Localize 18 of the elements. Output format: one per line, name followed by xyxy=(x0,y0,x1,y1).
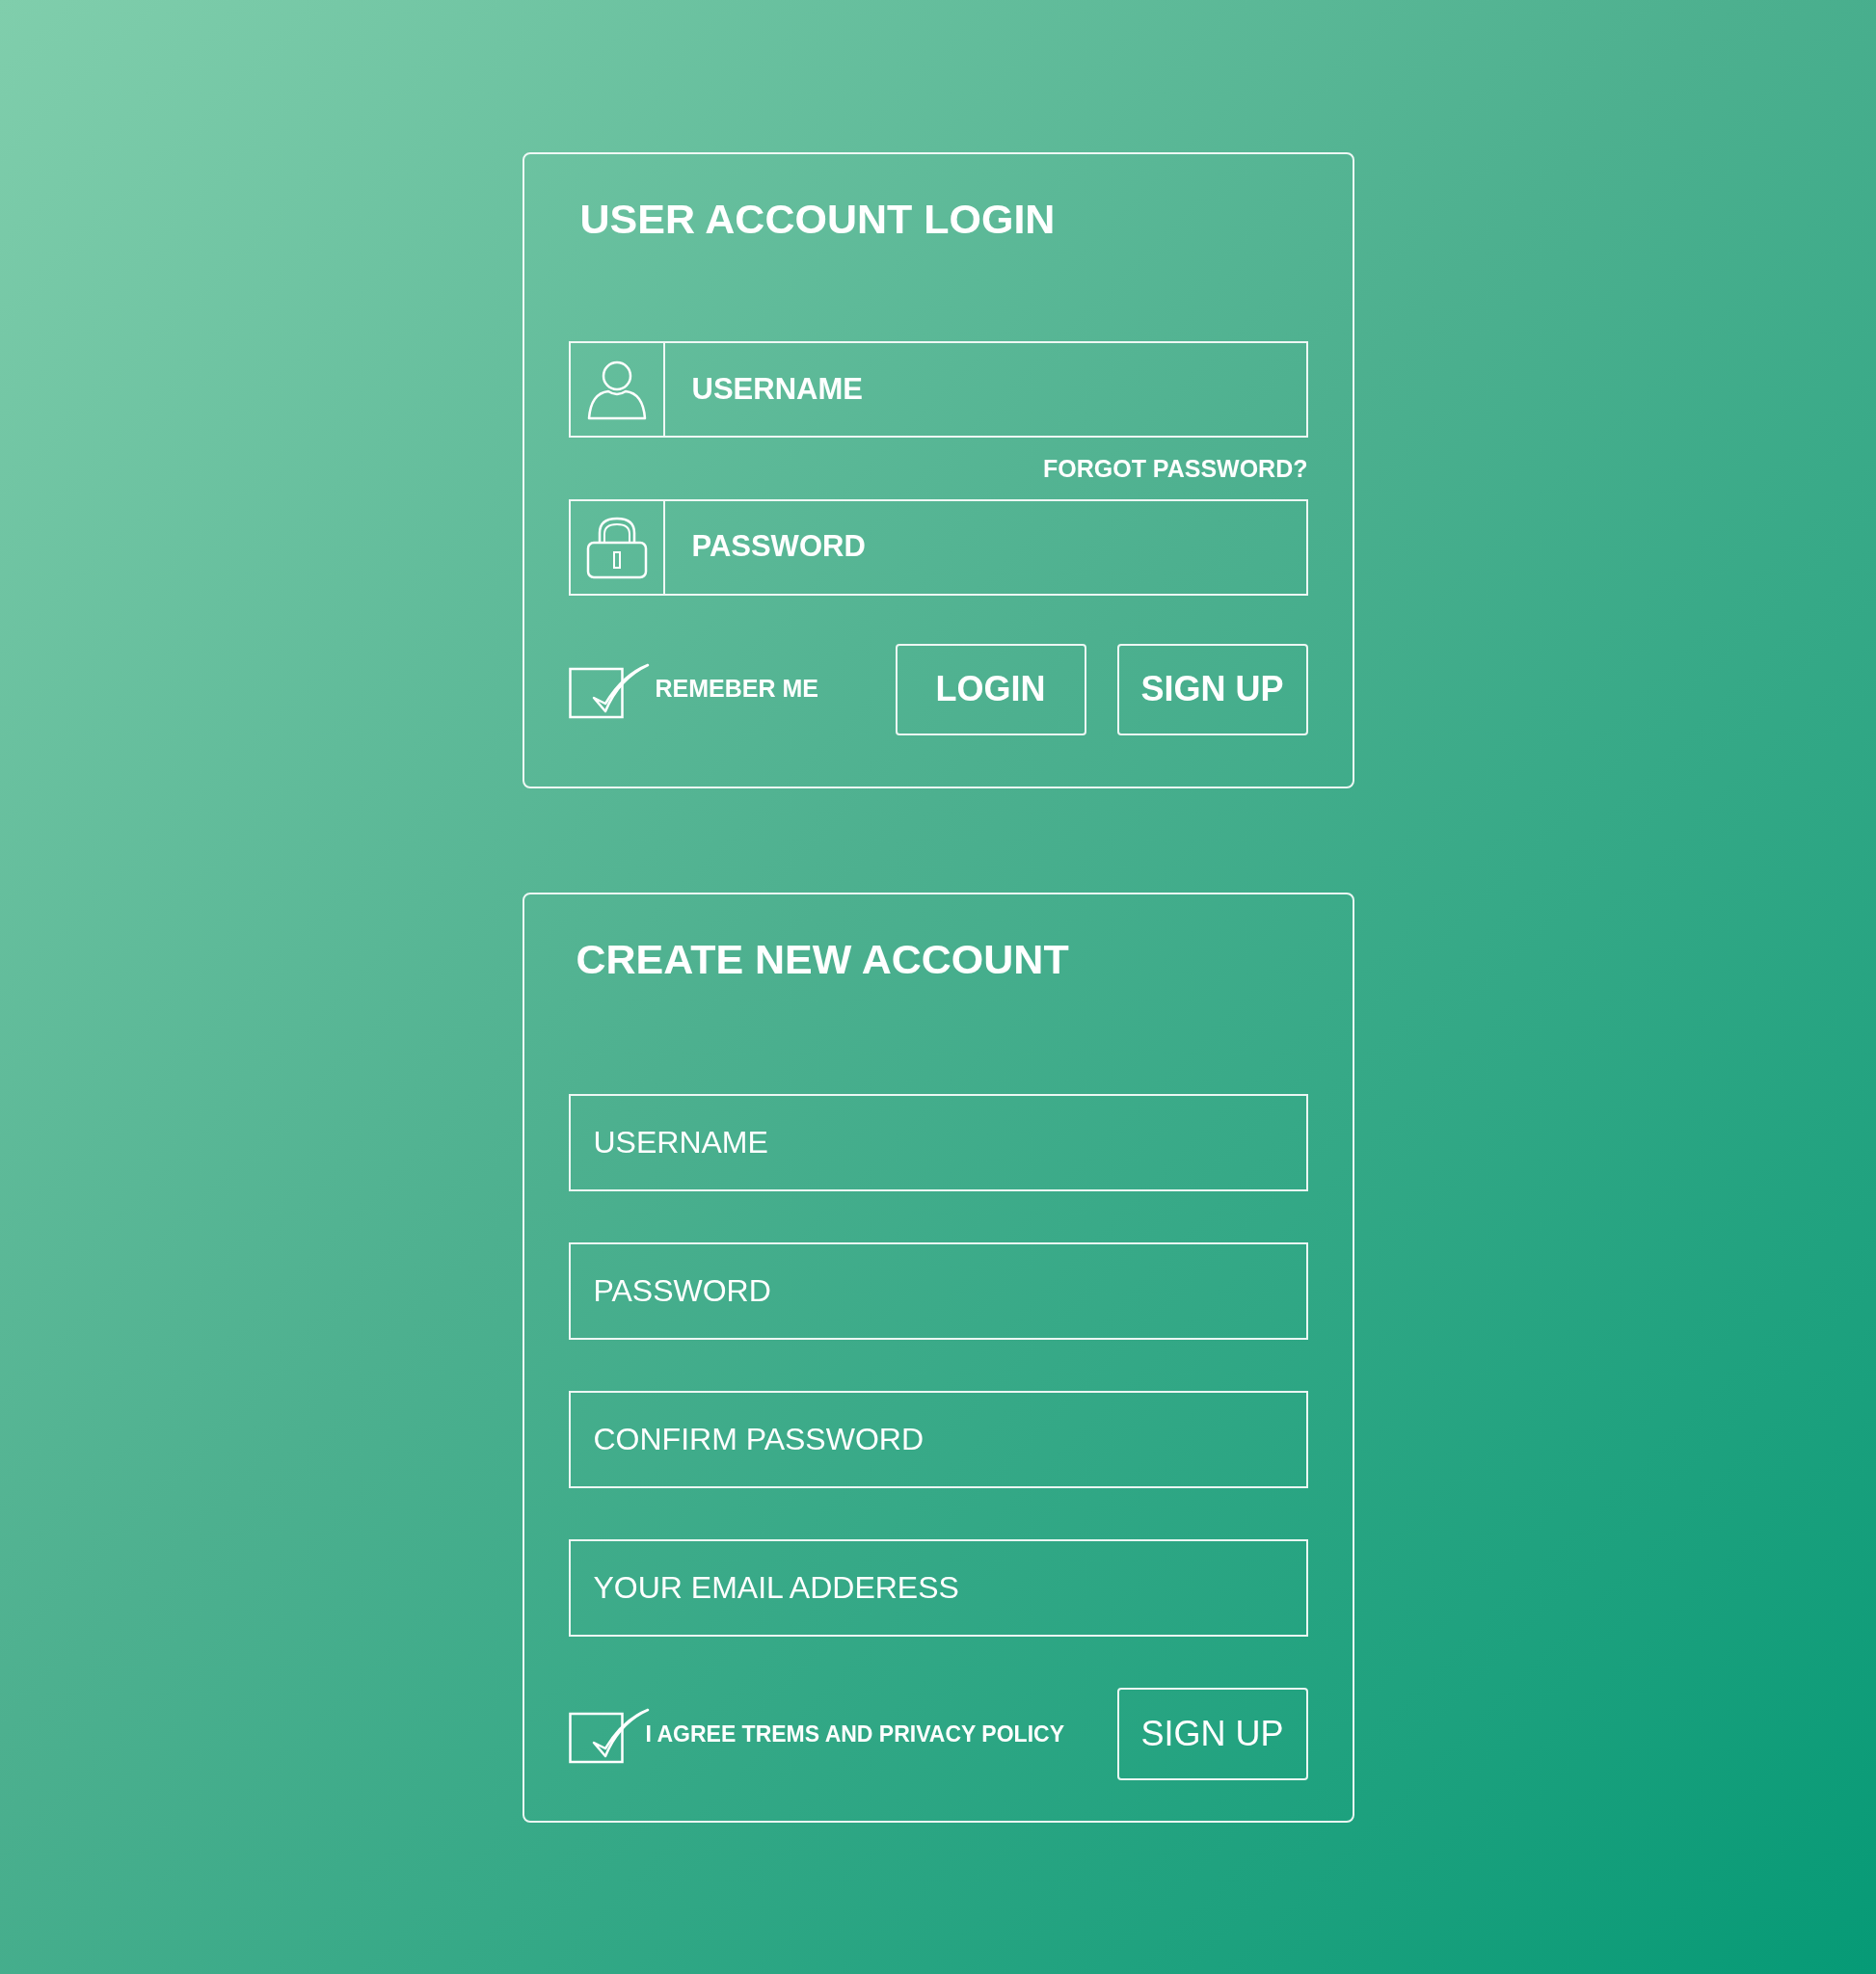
forgot-password-link[interactable]: FORGOT PASSWORD? xyxy=(1042,451,1308,488)
remember-label: REMEBER ME xyxy=(655,674,818,705)
text-input[interactable]: PASSWORD xyxy=(664,500,1306,594)
text-input[interactable]: USERNAME xyxy=(664,343,1306,436)
user-icon xyxy=(586,359,647,420)
text-field[interactable]: PASSWORD xyxy=(568,1242,1308,1340)
sign-up-button[interactable]: SIGN UP xyxy=(1116,643,1308,735)
login-button[interactable]: LOGIN xyxy=(895,643,1086,735)
sign-up-button[interactable]: SIGN UP xyxy=(1116,1688,1308,1780)
lock-icon xyxy=(585,515,648,579)
text-field[interactable]: CONFIRM PASSWORD xyxy=(568,1391,1308,1488)
username-field[interactable]: USERNAME xyxy=(568,341,1308,438)
agree-label: I AGREE TREMS AND PRIVACY POLICY xyxy=(645,1720,1064,1748)
text-field[interactable]: YOUR EMAIL ADDERESS xyxy=(568,1539,1308,1637)
password-field[interactable]: PASSWORD xyxy=(568,498,1308,596)
text-field[interactable]: USERNAME xyxy=(568,1094,1308,1191)
card-title: CREATE NEW ACCOUNT xyxy=(576,939,1070,980)
card-title: USER ACCOUNT LOGIN xyxy=(579,199,1057,240)
